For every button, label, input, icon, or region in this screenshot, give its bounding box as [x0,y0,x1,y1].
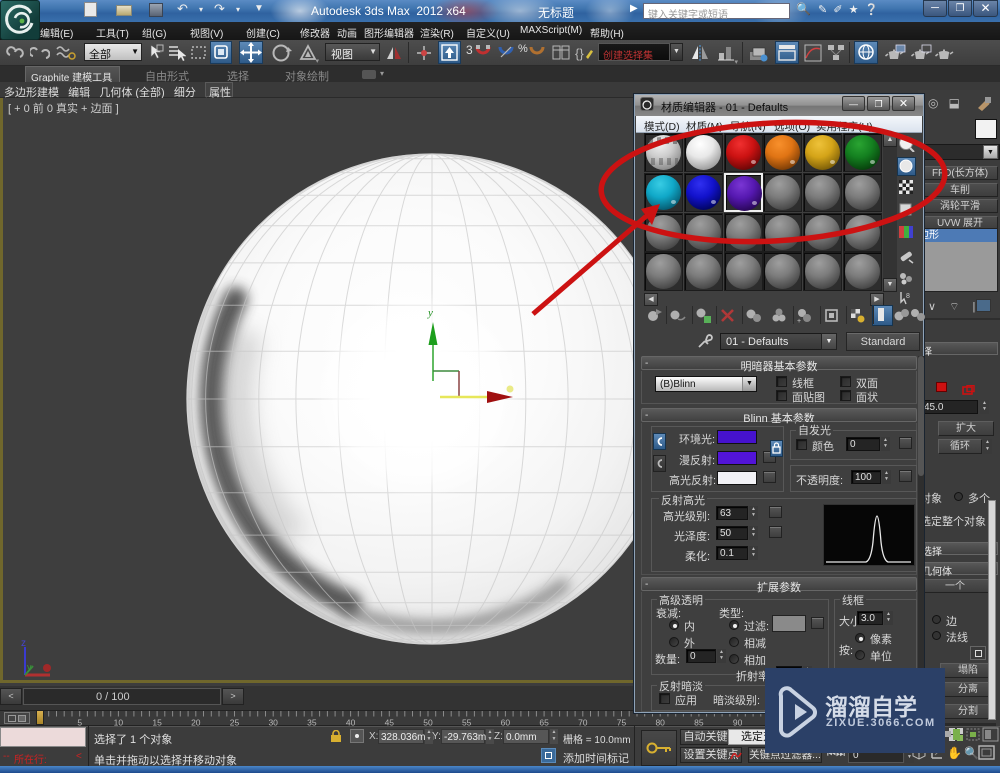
svg-text:40: 40 [346,718,356,727]
svg-text:55: 55 [462,718,472,727]
svg-text:8: 8 [906,293,910,300]
svg-text:50: 50 [423,718,433,727]
svg-text:+: + [797,318,801,324]
svg-text:85: 85 [694,718,704,727]
svg-text:z: z [21,638,26,649]
svg-text:20: 20 [191,718,201,727]
svg-text:5: 5 [77,718,82,727]
svg-text:60: 60 [501,718,511,727]
svg-text:80: 80 [655,718,665,727]
svg-text:30: 30 [268,718,278,727]
svg-text:90: 90 [733,718,743,727]
svg-text:{}: {} [575,46,584,61]
svg-text:75: 75 [617,718,627,727]
svg-text:70: 70 [578,718,588,727]
svg-text:10: 10 [114,718,124,727]
svg-text:15: 15 [152,718,162,727]
svg-text:y: y [27,662,32,672]
svg-text:65: 65 [539,718,549,727]
svg-text:45: 45 [385,718,395,727]
svg-text:25: 25 [230,718,240,727]
svg-text:y: y [427,307,433,319]
svg-text:35: 35 [307,718,317,727]
